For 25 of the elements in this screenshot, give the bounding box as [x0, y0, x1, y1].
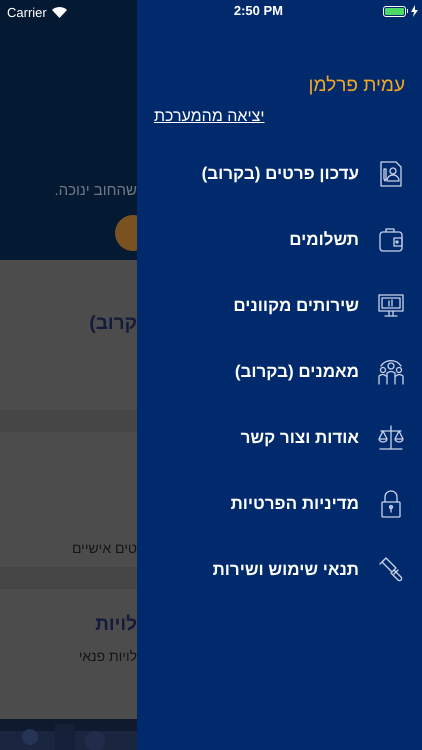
- card-title: לויות: [95, 613, 137, 637]
- menu-item[interactable]: תשלומים: [154, 206, 405, 272]
- wallet-icon: [378, 226, 404, 252]
- logout-link[interactable]: יציאה מהמערכת: [154, 104, 264, 128]
- card-text: טים אישיים: [72, 539, 137, 558]
- carrier-label: Carrier: [7, 4, 47, 22]
- card-text: לויות פנאי: [78, 646, 137, 666]
- menu-item[interactable]: אודות וצור קשר: [154, 404, 405, 470]
- lock-icon: [380, 490, 402, 518]
- menu-item[interactable]: עדכון פרטים (בקרוב): [154, 140, 405, 206]
- card-title: קרוב): [89, 312, 137, 336]
- user-name: עמית פרלמן: [308, 74, 405, 98]
- monitor-icon: [378, 292, 404, 318]
- menu-item[interactable]: מדיניות הפרטיות: [154, 470, 405, 536]
- menu-item[interactable]: תנאי שימוש ושירות: [154, 536, 405, 602]
- status-time: 2:50 PM: [234, 2, 283, 20]
- scales-icon: [377, 424, 405, 450]
- menu-item[interactable]: שירותים מקוונים: [154, 272, 405, 338]
- battery-icon: [383, 5, 418, 17]
- people-icon: [377, 358, 405, 386]
- gavel-icon: [377, 556, 405, 584]
- profile-document-icon: [379, 160, 403, 186]
- wifi-icon: [52, 7, 67, 18]
- header-text: שהחוב ינוכה.: [54, 181, 137, 201]
- menu-item[interactable]: מאמנים (בקרוב): [154, 338, 405, 404]
